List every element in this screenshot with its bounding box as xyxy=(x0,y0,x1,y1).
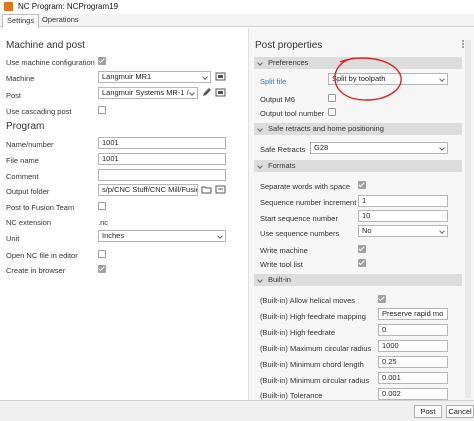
output-folder-input[interactable]: s/p/CNC Stuff/CNC Mill/Fusion xyxy=(98,184,198,196)
machine-label: Machine xyxy=(6,74,35,83)
write-tool-list-checkbox[interactable] xyxy=(358,259,366,267)
safe-retracts-value: G28 xyxy=(314,143,329,152)
split-file-label: Split file xyxy=(260,77,287,86)
chevron-down-icon xyxy=(439,145,445,151)
machine-library-icon[interactable] xyxy=(215,71,226,82)
tolerance-input[interactable]: 0.002 xyxy=(378,388,448,400)
high-feed-mapping-value: Preserve rapid mo xyxy=(382,309,444,318)
write-tool-list-label: Write tool list xyxy=(260,260,303,269)
min-circular-radius-label: (Built-in) Minimum circular radius xyxy=(260,376,370,385)
post-library-icon[interactable] xyxy=(215,87,226,98)
tab-settings[interactable]: Settings xyxy=(2,14,40,28)
output-m6-label: Output M6 xyxy=(260,95,296,104)
post-select[interactable]: Langmuir Systems MR-1 / xyxy=(98,87,198,99)
chevron-down-icon xyxy=(189,90,195,96)
unit-label: Unit xyxy=(6,234,20,243)
chevron-down-icon xyxy=(257,163,263,169)
write-machine-label: Write machine xyxy=(260,246,308,255)
open-nc-file-label: Open NC file in editor xyxy=(6,251,78,260)
max-circular-radius-input[interactable]: 1000 xyxy=(378,340,448,352)
program-section-title: Program xyxy=(6,121,45,132)
create-in-browser-checkbox[interactable] xyxy=(98,265,106,273)
post-button[interactable]: Post xyxy=(414,405,442,418)
comment-input[interactable] xyxy=(98,169,226,181)
machine-select[interactable]: Langmuir MR1 xyxy=(98,71,211,83)
machine-section-title: Machine and post xyxy=(6,40,85,51)
machine-value: Langmuir MR1 xyxy=(102,72,152,81)
unit-value: Inches xyxy=(102,231,125,240)
chevron-down-icon xyxy=(202,74,208,80)
seq-increment-input[interactable]: 1 xyxy=(358,195,448,207)
name-number-input[interactable]: 1001 xyxy=(98,137,226,149)
nc-extension-value: .nc xyxy=(98,218,109,227)
allow-helical-checkbox[interactable] xyxy=(378,295,386,303)
use-seq-value: No xyxy=(362,226,372,235)
window-title: NC Program: NCProgram19 xyxy=(18,2,119,11)
cancel-button[interactable]: Cancel xyxy=(446,405,474,418)
chevron-down-icon xyxy=(257,60,263,66)
dialog-footer xyxy=(0,400,474,421)
use-seq-select[interactable]: No xyxy=(358,225,448,237)
post-label: Post xyxy=(6,91,22,100)
tab-operations[interactable]: Operations xyxy=(38,14,83,27)
safe-retracts-select[interactable]: G28 xyxy=(310,142,448,154)
file-name-input[interactable]: 1001 xyxy=(98,153,226,165)
min-chord-length-input[interactable]: 0.25 xyxy=(378,356,448,368)
folder-icon[interactable] xyxy=(201,184,212,195)
tab-bar: Settings Operations xyxy=(0,14,474,28)
high-feedrate-input[interactable]: 0 xyxy=(378,324,448,336)
seq-increment-label: Sequence number increment xyxy=(260,198,357,207)
annotation-circle xyxy=(334,57,402,101)
chevron-down-icon xyxy=(439,76,445,82)
use-cascading-post-label: Use cascading post xyxy=(6,107,72,116)
nc-extension-label: NC extension xyxy=(6,218,52,227)
high-feed-mapping-label: (Built-in) High feedrate mapping xyxy=(260,312,366,321)
edit-post-icon[interactable] xyxy=(201,87,212,98)
high-feedrate-label: (Built-in) High feedrate xyxy=(260,328,336,337)
post-properties-title: Post properties xyxy=(255,40,323,51)
builtin-group-header[interactable]: Built-in xyxy=(254,274,462,286)
fusion-app-icon xyxy=(4,2,13,11)
min-chord-length-label: (Built-in) Minimum chord length xyxy=(260,360,364,369)
tolerance-label: (Built-in) Tolerance xyxy=(260,391,323,400)
chevron-down-icon xyxy=(257,126,263,132)
post-to-fusion-team-checkbox[interactable] xyxy=(98,202,106,210)
separate-words-checkbox[interactable] xyxy=(358,181,366,189)
chevron-down-icon xyxy=(257,277,263,283)
start-seq-input[interactable]: 10 xyxy=(358,210,448,222)
safe-retracts-label: Safe Retracts xyxy=(260,145,306,154)
safe-retracts-group-header[interactable]: Safe retracts and home positioning xyxy=(254,123,462,135)
output-tool-number-label: Output tool number xyxy=(260,109,325,118)
properties-scrollbar[interactable] xyxy=(465,40,471,398)
formats-group-header[interactable]: Formats xyxy=(254,160,462,172)
output-folder-label: Output folder xyxy=(6,187,50,196)
allow-helical-label: (Built-in) Allow helical moves xyxy=(260,296,356,305)
create-in-browser-label: Create in browser xyxy=(6,266,66,275)
post-value: Langmuir Systems MR-1 / xyxy=(102,88,189,97)
use-machine-config-checkbox[interactable] xyxy=(98,57,106,65)
use-cascading-post-checkbox[interactable] xyxy=(98,106,106,114)
high-feed-mapping-select[interactable]: Preserve rapid mo xyxy=(378,308,448,320)
use-seq-label: Use sequence numbers xyxy=(260,229,340,238)
open-folder-icon[interactable] xyxy=(215,184,226,195)
left-settings-panel xyxy=(0,28,248,400)
file-name-label: File name xyxy=(6,156,39,165)
comment-label: Comment xyxy=(6,172,39,181)
start-seq-label: Start sequence number xyxy=(260,214,338,223)
write-machine-checkbox[interactable] xyxy=(358,245,366,253)
name-number-label: Name/number xyxy=(6,140,54,149)
output-tool-number-checkbox[interactable] xyxy=(328,108,336,116)
chevron-down-icon xyxy=(439,228,445,234)
title-bar: NC Program: NCProgram19 xyxy=(0,0,474,14)
chevron-down-icon xyxy=(217,233,223,239)
post-to-fusion-team-label: Post to Fusion Team xyxy=(6,203,75,212)
max-circular-radius-label: (Built-in) Maximum circular radius xyxy=(260,344,372,353)
separate-words-label: Separate words with space xyxy=(260,182,351,191)
min-circular-radius-input[interactable]: 0.001 xyxy=(378,372,448,384)
use-machine-config-label: Use machine configuration xyxy=(6,58,95,67)
open-nc-file-checkbox[interactable] xyxy=(98,250,106,258)
unit-select[interactable]: Inches xyxy=(98,230,226,242)
